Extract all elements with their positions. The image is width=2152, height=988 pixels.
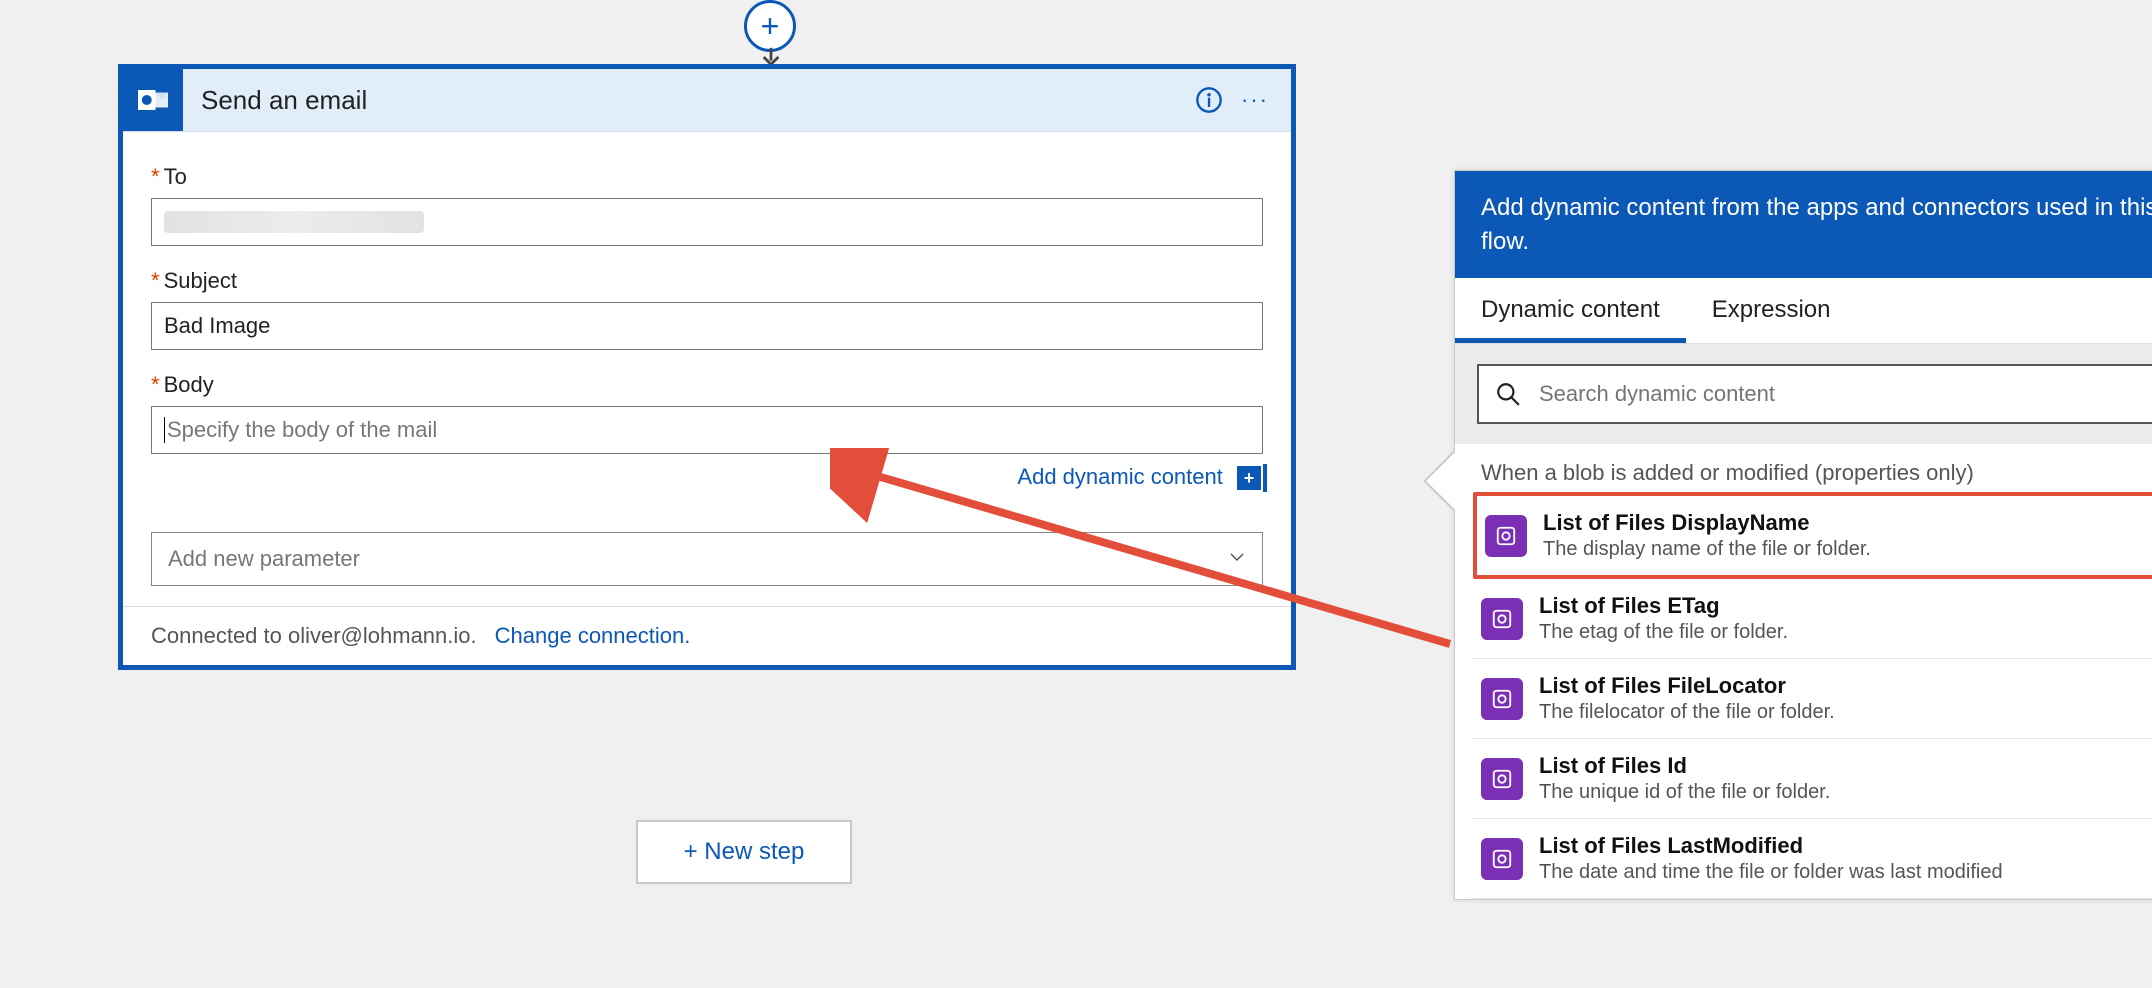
panel-header: Add dynamic content from the apps and co… [1455, 171, 2152, 278]
body-input[interactable]: Specify the body of the mail [151, 406, 1263, 454]
card-header[interactable]: Send an email ··· [123, 69, 1291, 132]
connection-status: Connected to oliver@lohmann.io. [151, 623, 477, 649]
dynamic-content-item[interactable]: List of Files IdThe unique id of the fil… [1473, 739, 2152, 819]
card-footer: Connected to oliver@lohmann.io. Change c… [123, 606, 1291, 665]
subject-input[interactable]: Bad Image [151, 302, 1263, 350]
to-input[interactable] [151, 198, 1263, 246]
tab-expression[interactable]: Expression [1686, 278, 1857, 343]
outlook-icon [123, 69, 183, 131]
item-title: List of Files DisplayName [1543, 510, 1871, 536]
chevron-down-icon [1228, 548, 1246, 571]
item-description: The unique id of the file or folder. [1539, 781, 1830, 804]
text-cursor [164, 417, 165, 443]
search-dynamic-content-input[interactable] [1477, 364, 2152, 424]
add-new-parameter-dropdown[interactable]: Add new parameter [151, 532, 1263, 586]
section-title: When a blob is added or modified (proper… [1481, 460, 1974, 486]
add-parameter-label: Add new parameter [168, 546, 360, 572]
search-icon [1495, 381, 1521, 407]
blob-property-icon [1485, 515, 1527, 557]
item-description: The date and time the file or folder was… [1539, 861, 2003, 884]
dynamic-content-item[interactable]: List of Files DisplayNameThe display nam… [1473, 492, 2152, 579]
item-description: The display name of the file or folder. [1543, 538, 1871, 561]
new-step-button[interactable]: + New step [636, 820, 852, 884]
blob-property-icon [1481, 838, 1523, 880]
dynamic-content-panel: Add dynamic content from the apps and co… [1454, 170, 2152, 900]
subject-label: *Subject [151, 268, 1263, 294]
plus-icon: + [761, 8, 780, 45]
card-title: Send an email [183, 85, 1181, 116]
item-title: List of Files FileLocator [1539, 673, 1835, 699]
redacted-recipient [164, 211, 424, 233]
add-action-button[interactable]: + [744, 0, 796, 52]
search-input-field[interactable] [1537, 380, 2152, 408]
body-label: *Body [151, 372, 1263, 398]
change-connection-link[interactable]: Change connection. [495, 623, 691, 649]
item-title: List of Files ETag [1539, 593, 1788, 619]
new-step-label: + New step [684, 838, 805, 866]
blob-property-icon [1481, 758, 1523, 800]
body-placeholder: Specify the body of the mail [167, 417, 437, 443]
panel-header-message: Add dynamic content from the apps and co… [1481, 191, 2152, 258]
item-description: The etag of the file or folder. [1539, 621, 1788, 644]
dynamic-content-item[interactable]: List of Files FileLocatorThe filelocator… [1473, 659, 2152, 739]
blob-property-icon [1481, 598, 1523, 640]
subject-value: Bad Image [164, 313, 270, 339]
info-icon[interactable] [1191, 82, 1227, 118]
item-title: List of Files LastModified [1539, 833, 2003, 859]
to-label: *To [151, 164, 1263, 190]
more-menu-icon[interactable]: ··· [1237, 82, 1273, 118]
add-dynamic-content-link[interactable]: Add dynamic content [1017, 464, 1222, 489]
send-email-card: Send an email ··· *To *Subject Bad Image… [118, 64, 1296, 670]
add-dynamic-plus-icon[interactable]: + [1235, 464, 1263, 492]
dynamic-content-item[interactable]: List of Files LastModifiedThe date and t… [1473, 819, 2152, 899]
item-title: List of Files Id [1539, 753, 1830, 779]
blob-property-icon [1481, 678, 1523, 720]
item-description: The filelocator of the file or folder. [1539, 701, 1835, 724]
dynamic-content-item[interactable]: List of Files ETagThe etag of the file o… [1473, 579, 2152, 659]
tab-dynamic-content[interactable]: Dynamic content [1455, 278, 1686, 343]
